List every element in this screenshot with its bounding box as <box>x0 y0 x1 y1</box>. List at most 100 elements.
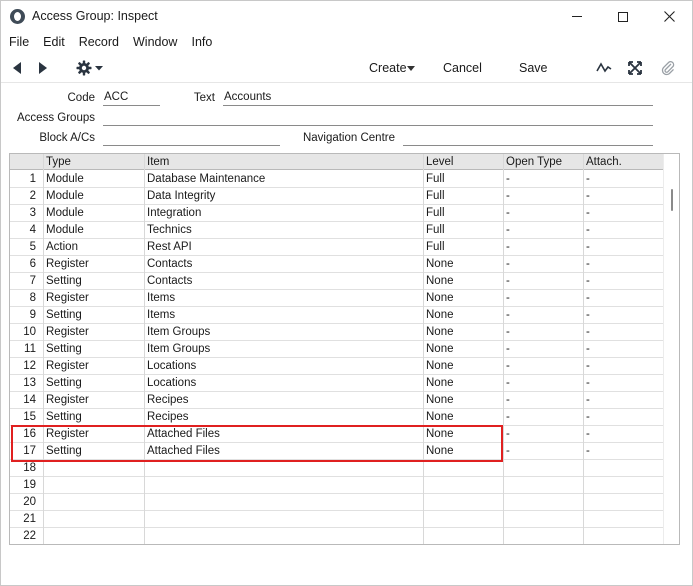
cell-open-type[interactable]: - <box>503 273 583 290</box>
table-row[interactable]: 18 <box>10 460 663 477</box>
cell-item[interactable]: Integration <box>144 205 423 222</box>
cell-open-type[interactable]: - <box>503 341 583 358</box>
cell-attach[interactable]: - <box>583 222 663 239</box>
block-acs-field[interactable] <box>103 131 280 146</box>
cell-open-type[interactable] <box>503 528 583 544</box>
cell-attach[interactable]: - <box>583 443 663 460</box>
cell-attach[interactable]: - <box>583 205 663 222</box>
cell-open-type[interactable]: - <box>503 239 583 256</box>
table-row[interactable]: 11 Setting Item Groups None - - <box>10 341 663 358</box>
table-row[interactable]: 1 Module Database Maintenance Full - - <box>10 171 663 188</box>
cell-open-type[interactable]: - <box>503 222 583 239</box>
cell-type[interactable]: Register <box>43 392 144 409</box>
paperclip-icon[interactable] <box>659 59 677 77</box>
cell-level[interactable] <box>423 511 503 528</box>
cell-level[interactable]: None <box>423 290 503 307</box>
cell-level[interactable]: None <box>423 324 503 341</box>
table-row[interactable]: 4 Module Technics Full - - <box>10 222 663 239</box>
code-field[interactable]: ACC <box>103 91 160 106</box>
cell-item[interactable]: Technics <box>144 222 423 239</box>
column-header-attach[interactable]: Attach. <box>583 154 663 170</box>
chevron-down-icon[interactable] <box>407 66 415 71</box>
cell-attach[interactable]: - <box>583 290 663 307</box>
maximize-button[interactable] <box>600 1 646 32</box>
cell-attach[interactable]: - <box>583 273 663 290</box>
cell-type[interactable]: Setting <box>43 273 144 290</box>
cell-item[interactable] <box>144 477 423 494</box>
cell-item[interactable]: Recipes <box>144 392 423 409</box>
cell-attach[interactable]: - <box>583 239 663 256</box>
cell-item[interactable]: Contacts <box>144 256 423 273</box>
cell-item[interactable] <box>144 494 423 511</box>
cell-level[interactable] <box>423 460 503 477</box>
table-row[interactable]: 3 Module Integration Full - - <box>10 205 663 222</box>
cell-level[interactable]: None <box>423 256 503 273</box>
cell-level[interactable]: Full <box>423 188 503 205</box>
forward-arrow-icon[interactable] <box>39 62 47 74</box>
table-row[interactable]: 12 Register Locations None - - <box>10 358 663 375</box>
cell-open-type[interactable] <box>503 460 583 477</box>
table-row[interactable]: 7 Setting Contacts None - - <box>10 273 663 290</box>
grid-scrollbar[interactable] <box>663 154 679 544</box>
cell-attach[interactable]: - <box>583 426 663 443</box>
cell-open-type[interactable]: - <box>503 256 583 273</box>
cell-attach[interactable] <box>583 477 663 494</box>
cell-level[interactable] <box>423 528 503 544</box>
cell-attach[interactable] <box>583 511 663 528</box>
cell-attach[interactable] <box>583 528 663 544</box>
table-row[interactable]: 8 Register Items None - - <box>10 290 663 307</box>
menu-edit[interactable]: Edit <box>29 32 65 52</box>
operations-menu-button[interactable] <box>76 60 106 76</box>
cell-type[interactable] <box>43 528 144 544</box>
cell-type[interactable]: Register <box>43 290 144 307</box>
cell-open-type[interactable] <box>503 494 583 511</box>
cell-item[interactable] <box>144 528 423 544</box>
table-row[interactable]: 19 <box>10 477 663 494</box>
cell-attach[interactable]: - <box>583 358 663 375</box>
cell-item[interactable]: Data Integrity <box>144 188 423 205</box>
cell-open-type[interactable]: - <box>503 290 583 307</box>
cell-level[interactable]: None <box>423 273 503 290</box>
cell-attach[interactable]: - <box>583 188 663 205</box>
navigation-centre-field[interactable] <box>403 131 653 146</box>
cell-level[interactable] <box>423 477 503 494</box>
cell-item[interactable]: Locations <box>144 358 423 375</box>
cell-open-type[interactable]: - <box>503 171 583 188</box>
cell-open-type[interactable]: - <box>503 324 583 341</box>
cell-open-type[interactable]: - <box>503 375 583 392</box>
table-row[interactable]: 2 Module Data Integrity Full - - <box>10 188 663 205</box>
cell-attach[interactable]: - <box>583 375 663 392</box>
table-row[interactable]: 9 Setting Items None - - <box>10 307 663 324</box>
cell-item[interactable]: Items <box>144 290 423 307</box>
cell-open-type[interactable]: - <box>503 205 583 222</box>
create-button[interactable]: Create <box>369 61 407 75</box>
cell-attach[interactable]: - <box>583 256 663 273</box>
cell-open-type[interactable] <box>503 511 583 528</box>
cell-item[interactable]: Recipes <box>144 409 423 426</box>
cell-open-type[interactable]: - <box>503 358 583 375</box>
table-row[interactable]: 13 Setting Locations None - - <box>10 375 663 392</box>
cell-level[interactable]: None <box>423 375 503 392</box>
cancel-button[interactable]: Cancel <box>443 61 482 75</box>
cell-type[interactable]: Setting <box>43 409 144 426</box>
cell-type[interactable] <box>43 511 144 528</box>
cell-level[interactable] <box>423 494 503 511</box>
cell-item[interactable]: Database Maintenance <box>144 171 423 188</box>
cell-type[interactable]: Setting <box>43 341 144 358</box>
table-row[interactable]: 5 Action Rest API Full - - <box>10 239 663 256</box>
cell-level[interactable]: Full <box>423 171 503 188</box>
cell-type[interactable] <box>43 477 144 494</box>
cell-type[interactable]: Module <box>43 188 144 205</box>
column-header-type[interactable]: Type <box>43 154 144 170</box>
back-arrow-icon[interactable] <box>13 62 21 74</box>
cell-attach[interactable] <box>583 460 663 477</box>
cell-item[interactable]: Locations <box>144 375 423 392</box>
table-row[interactable]: 14 Register Recipes None - - <box>10 392 663 409</box>
cell-type[interactable]: Module <box>43 171 144 188</box>
table-row[interactable]: 15 Setting Recipes None - - <box>10 409 663 426</box>
cell-item[interactable]: Item Groups <box>144 324 423 341</box>
table-row[interactable]: 20 <box>10 494 663 511</box>
table-row[interactable]: 21 <box>10 511 663 528</box>
cell-type[interactable]: Module <box>43 222 144 239</box>
access-groups-field[interactable] <box>103 111 653 126</box>
